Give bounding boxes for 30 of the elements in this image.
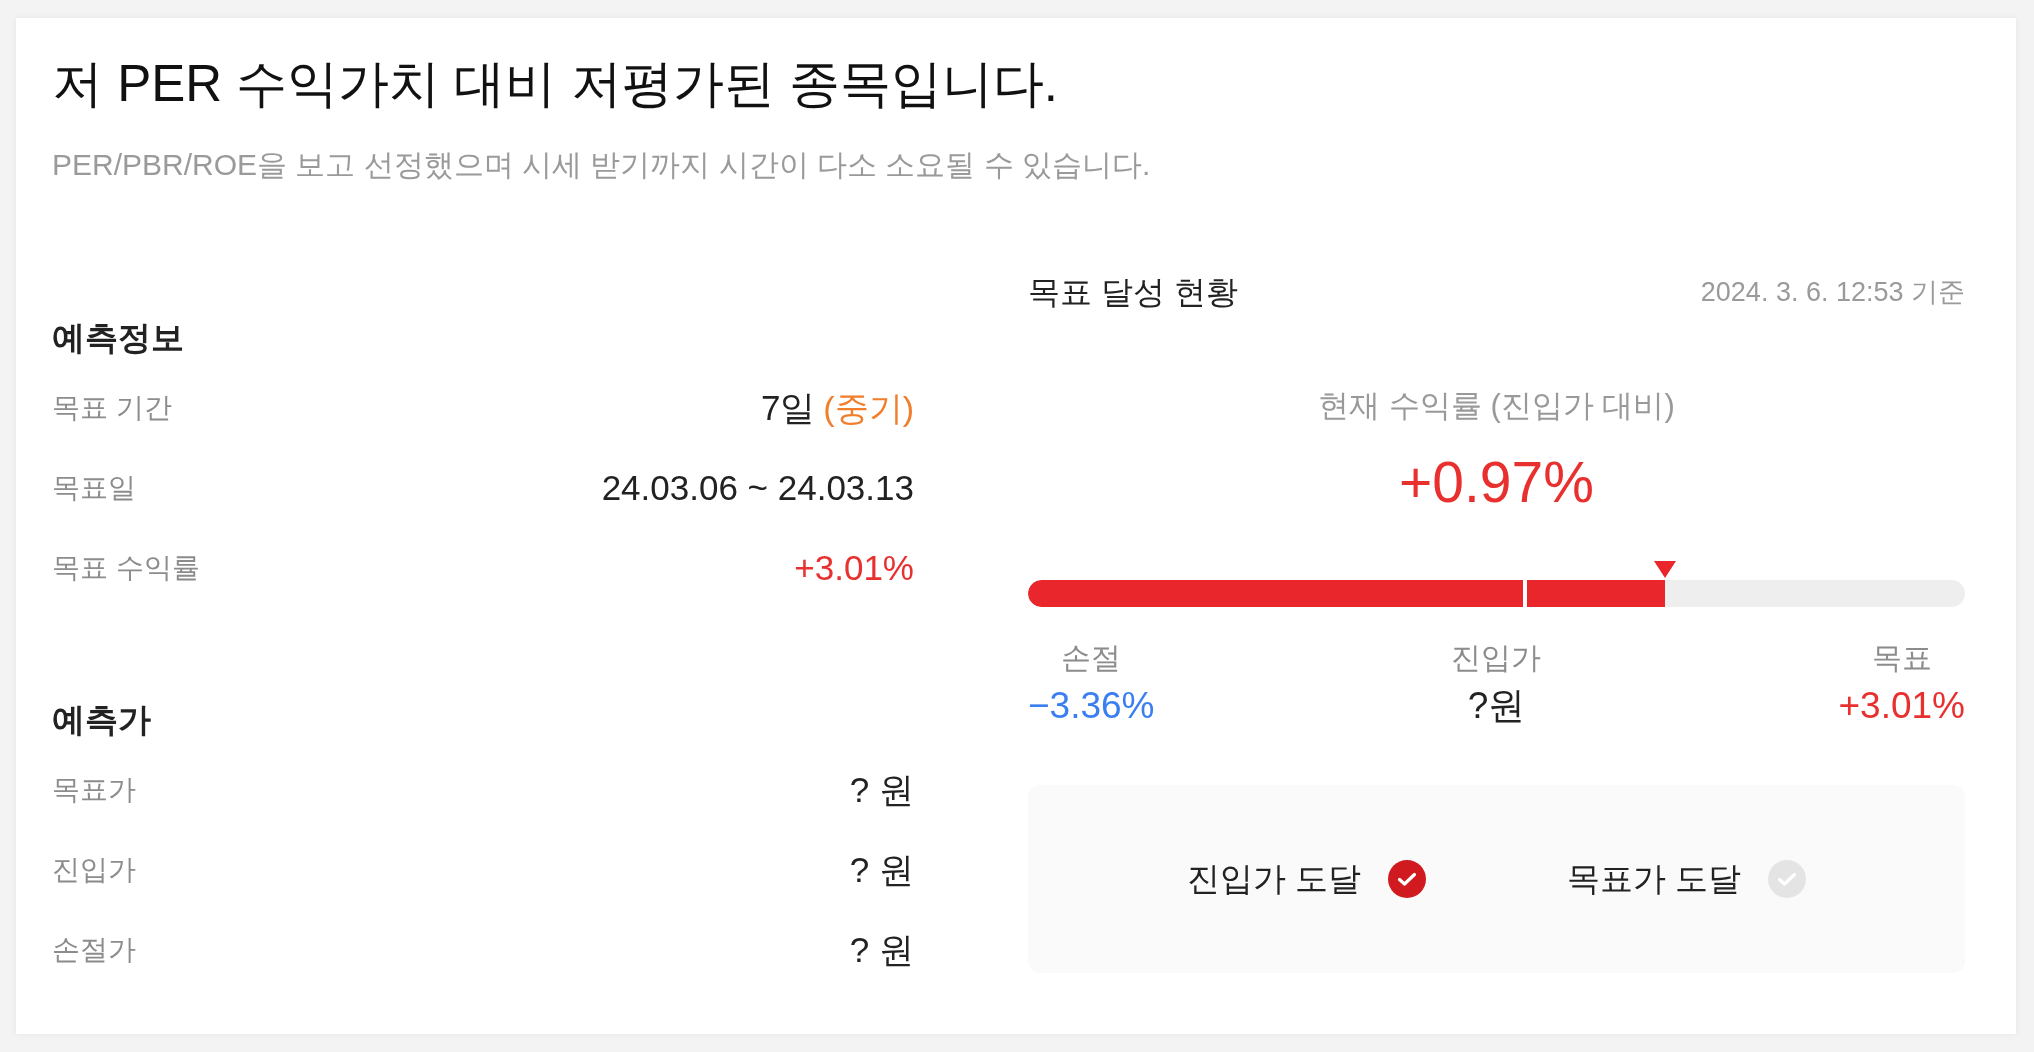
triangle-marker-icon [1654,561,1677,578]
scale-value: +3.01% [1838,684,1965,728]
return-value: +0.97% [1399,449,1594,515]
milestone-label: 목표가 도달 [1567,859,1742,899]
section-heading: 목표 달성 현황 [1028,273,1238,312]
scale-label: 손절 [1061,640,1122,676]
field-label: 손절가 [52,933,136,967]
section-heading: 예측가 [52,700,152,740]
scale-value: −3.36% [1028,684,1155,728]
return-label: 현재 수익률 (진입가 대비) [1318,387,1675,425]
page-title: 저 PER 수익가치 대비 저평가된 종목입니다. [52,54,1059,114]
field-value: 7일 [760,387,816,429]
description-text: PER/PBR/ROE을 보고 선정했으며 시세 받기까지 시간이 다소 소요될 수 있습니다. [52,147,1152,183]
section-heading: 예측정보 [52,318,185,358]
timestamp-text: 2024. 3. 6. 12:53 기준 [1700,276,1965,309]
field-value: ? 원 [849,849,914,891]
field-label: 목표일 [52,471,136,505]
field-label: 목표 수익률 [52,551,200,585]
scale-label: 목표 [1871,640,1932,676]
scale-label: 진입가 [1451,640,1542,676]
field-value: ? 원 [849,929,914,971]
field-label: 목표 기간 [52,391,172,425]
scale-value: ?원 [1467,684,1526,728]
term-note: (중기) [823,388,914,429]
field-label: 진입가 [52,853,136,887]
milestone-label: 진입가 도달 [1186,859,1361,899]
field-label: 목표가 [52,773,136,807]
field-value: +3.01% [794,547,914,589]
field-value: 24.03.06 ~ 24.03.13 [601,467,914,509]
field-value: ? 원 [849,769,914,811]
